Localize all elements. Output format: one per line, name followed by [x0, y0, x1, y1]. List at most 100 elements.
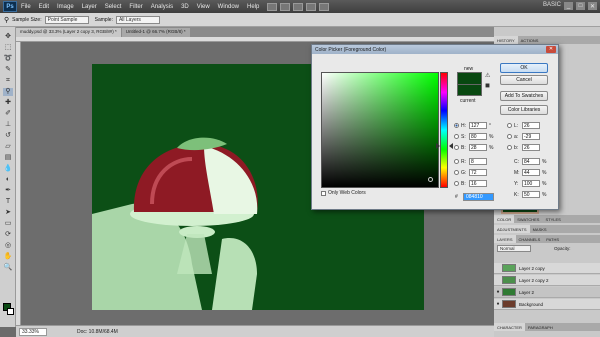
screen-mode-icon[interactable]	[319, 2, 330, 11]
path-selection-tool-icon[interactable]: ➤	[3, 209, 13, 217]
layer-row[interactable]: ● Background	[494, 299, 600, 310]
tab-untitled-1[interactable]: Untitled-1 @ 66.7% (RGB/8) *	[121, 28, 190, 37]
3d-orbit-tool-icon[interactable]: ◎	[3, 242, 13, 250]
healing-brush-tool-icon[interactable]: ✚	[3, 99, 13, 107]
hue-slider-handle-right-icon[interactable]	[449, 143, 453, 149]
background-color-swatch[interactable]	[7, 308, 14, 315]
lab-l-radio[interactable]	[507, 123, 512, 128]
tab-history[interactable]: HISTORY	[494, 36, 518, 44]
ok-button[interactable]: OK	[500, 63, 548, 73]
tab-paragraph[interactable]: PARAGRAPH	[525, 323, 556, 331]
menu-help[interactable]: Help	[247, 4, 259, 10]
layer-row[interactable]: Layer 2 copy	[494, 263, 600, 274]
blue-input[interactable]: 16	[469, 180, 487, 187]
saturation-brightness-field[interactable]	[321, 72, 439, 188]
add-to-swatches-button[interactable]: Add To Swatches	[500, 91, 548, 101]
lab-b-input[interactable]: 26	[522, 144, 540, 151]
maximize-button[interactable]: □	[576, 2, 585, 10]
workspace-switcher[interactable]: BASIC	[543, 2, 561, 8]
quick-select-tool-icon[interactable]: ✎	[3, 66, 13, 74]
saturation-radio[interactable]	[454, 134, 459, 139]
green-input[interactable]: 72	[469, 169, 487, 176]
menu-file[interactable]: File	[21, 4, 31, 10]
eyedropper-tool-icon[interactable]: ⚲	[4, 16, 9, 24]
lab-l-input[interactable]: 26	[522, 122, 540, 129]
tab-channels[interactable]: CHANNELS	[516, 235, 544, 243]
saturation-input[interactable]: 80	[469, 133, 487, 140]
pen-tool-icon[interactable]: ✒	[3, 187, 13, 195]
dialog-close-button[interactable]: ✕	[546, 46, 556, 53]
zoom-field[interactable]: 33.33%	[19, 327, 47, 336]
tab-color[interactable]: COLOR	[494, 215, 515, 223]
current-color-swatch[interactable]	[457, 84, 482, 96]
visibility-icon[interactable]: ●	[494, 301, 502, 307]
color-marker[interactable]	[428, 177, 433, 182]
web-safe-warning-icon[interactable]: ◼	[485, 83, 491, 89]
hand-tool-icon[interactable]: ✋	[3, 253, 13, 261]
lab-a-radio[interactable]	[507, 134, 512, 139]
menu-3d[interactable]: 3D	[181, 4, 189, 10]
eraser-tool-icon[interactable]: ▱	[3, 143, 13, 151]
eyedropper-tool-icon[interactable]: ⚲	[3, 88, 13, 96]
mini-bridge-icon[interactable]	[280, 2, 291, 11]
black-input[interactable]: 50	[522, 191, 540, 198]
hue-radio[interactable]	[454, 123, 459, 128]
minimize-button[interactable]: _	[564, 2, 573, 10]
blue-radio[interactable]	[454, 181, 459, 186]
marquee-tool-icon[interactable]: ⬚	[3, 44, 13, 52]
tab-styles[interactable]: STYLES	[542, 215, 563, 223]
hex-color-input[interactable]: 084810	[463, 193, 494, 201]
type-tool-icon[interactable]: T	[3, 198, 13, 206]
move-tool-icon[interactable]: ✥	[3, 33, 13, 41]
lab-b-radio[interactable]	[507, 145, 512, 150]
lasso-tool-icon[interactable]: ➰	[3, 55, 13, 63]
cancel-button[interactable]: Cancel	[500, 75, 548, 85]
color-libraries-button[interactable]: Color Libraries	[500, 105, 548, 115]
shape-tool-icon[interactable]: ▭	[3, 220, 13, 228]
menu-analysis[interactable]: Analysis	[151, 4, 173, 10]
tab-masks[interactable]: MASKS	[530, 225, 550, 233]
brush-tool-icon[interactable]: ✐	[3, 110, 13, 118]
sample-select[interactable]: All Layers	[115, 15, 160, 24]
sample-size-select[interactable]: Point Sample	[44, 15, 89, 24]
tab-adjustments[interactable]: ADJUSTMENTS	[494, 225, 530, 233]
dodge-tool-icon[interactable]: ◐	[3, 176, 13, 184]
lab-a-input[interactable]: -29	[522, 133, 540, 140]
blur-tool-icon[interactable]: 💧	[3, 165, 13, 173]
tab-paths[interactable]: PATHS	[543, 235, 562, 243]
hue-input[interactable]: 127	[469, 122, 487, 129]
blend-mode-select[interactable]: Normal	[497, 245, 531, 252]
menu-window[interactable]: Window	[218, 4, 239, 10]
close-button[interactable]: ✕	[588, 2, 597, 10]
menu-edit[interactable]: Edit	[39, 4, 49, 10]
clone-stamp-tool-icon[interactable]: ⊥	[3, 121, 13, 129]
zoom-tool-icon[interactable]: 🔍	[3, 264, 13, 272]
red-radio[interactable]	[454, 159, 459, 164]
visibility-icon[interactable]: ●	[494, 289, 502, 295]
menu-select[interactable]: Select	[105, 4, 122, 10]
tab-muddy-psd[interactable]: muddy.psd @ 33.3% (Layer 2 copy 3, RGB/8…	[16, 28, 121, 37]
tab-layers[interactable]: LAYERS	[494, 235, 516, 243]
red-input[interactable]: 8	[469, 158, 487, 165]
only-web-colors-option[interactable]: Only Web Colors	[321, 190, 366, 196]
layer-row[interactable]: ● Layer 2	[494, 287, 600, 298]
zoom-level-icon[interactable]	[293, 2, 304, 11]
crop-tool-icon[interactable]: ⌗	[3, 77, 13, 85]
menu-filter[interactable]: Filter	[129, 4, 142, 10]
gradient-tool-icon[interactable]: ▤	[3, 154, 13, 162]
menu-image[interactable]: Image	[57, 4, 74, 10]
document-info[interactable]: Doc: 10.8M/68.4M	[77, 329, 118, 335]
tab-actions[interactable]: ACTIONS	[518, 36, 542, 44]
yellow-input[interactable]: 100	[522, 180, 540, 187]
only-web-colors-checkbox[interactable]	[321, 190, 326, 196]
3d-rotate-tool-icon[interactable]: ⟳	[3, 231, 13, 239]
menu-layer[interactable]: Layer	[82, 4, 97, 10]
hue-slider-handle-left-icon[interactable]	[436, 143, 440, 149]
cyan-input[interactable]: 84	[522, 158, 540, 165]
arrange-documents-icon[interactable]	[306, 2, 317, 11]
layer-row[interactable]: Layer 2 copy 2	[494, 275, 600, 286]
bridge-icon[interactable]	[267, 2, 278, 11]
out-of-gamut-warning-icon[interactable]: ⚠	[485, 73, 491, 79]
brightness-input[interactable]: 28	[469, 144, 487, 151]
brightness-radio[interactable]	[454, 145, 459, 150]
